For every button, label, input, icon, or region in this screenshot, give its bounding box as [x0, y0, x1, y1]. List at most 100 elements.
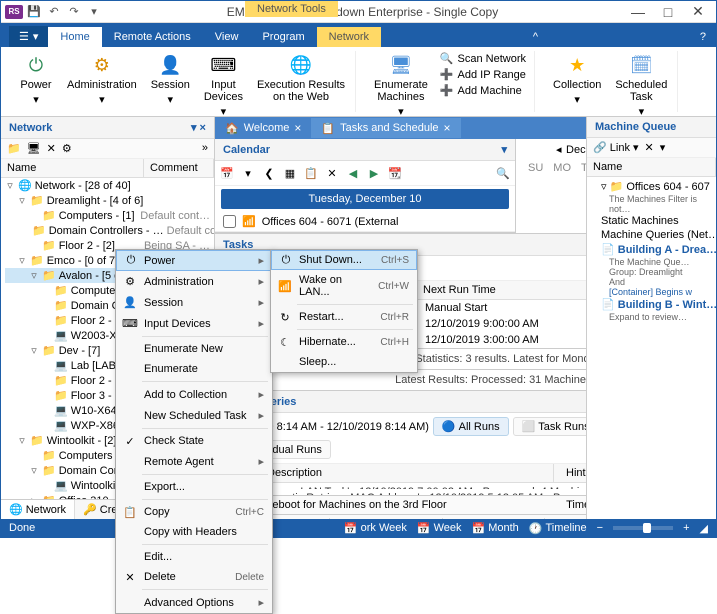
tree-row[interactable]: 📁Computers - [1]Default cont… [5, 208, 214, 223]
sb-week[interactable]: 📅 Week [417, 522, 462, 535]
menu-item[interactable]: 📋 Copy Ctrl+C [116, 502, 272, 522]
qat-dropdown-icon[interactable]: ▾ [87, 5, 101, 19]
scheduled-task-button[interactable]: 🗓Scheduled Task▾ [611, 51, 671, 120]
mq-row[interactable]: 📄 Building A - Drea… [591, 242, 712, 257]
cal-entry[interactable]: Offices 604 - 6071 (External [262, 216, 399, 228]
tab-home[interactable]: Home [48, 27, 101, 47]
cal-tb-icon[interactable]: ▾ [239, 164, 257, 182]
tree-row[interactable]: ▿📁Dreamlight - [4 of 6] [5, 193, 214, 208]
qat-save-icon[interactable]: 💾 [27, 5, 41, 19]
toolbar-icon[interactable]: 📁 [7, 142, 21, 155]
col-name[interactable]: Name [1, 159, 144, 177]
mq-row[interactable]: 📄 Building B - Wint… [591, 297, 712, 312]
menu-item[interactable]: 📶 Wake on LAN... Ctrl+W [271, 270, 417, 302]
administration-button[interactable]: ⚙Administration▾ [63, 51, 141, 108]
tree-row[interactable]: 📁Domain Controllers - …Default cont… [5, 223, 214, 238]
mq-row[interactable]: The Machines Filter is not… [591, 194, 712, 214]
mq-row[interactable]: Expand to review… [591, 312, 712, 322]
minimize-button[interactable]: — [624, 2, 652, 22]
menu-item[interactable]: ☾ Hibernate... Ctrl+H [271, 332, 417, 352]
menu-item[interactable]: Sleep... [271, 352, 417, 372]
sb-month[interactable]: 📅 Month [472, 522, 519, 535]
collection-button[interactable]: ★Collection▾ [549, 51, 605, 108]
menu-item[interactable]: ⚙ Administration ▸ [116, 271, 272, 292]
sb-timeline[interactable]: 🕐 Timeline [529, 522, 587, 535]
mq-row[interactable]: And [591, 277, 712, 287]
status-bar: Done 📅 ork Week 📅 Week 📅 Month 🕐 Timelin… [1, 519, 716, 537]
menu-item[interactable]: ✓ Check State [116, 431, 272, 451]
zoom-slider[interactable] [613, 526, 673, 530]
context-menu[interactable]: ⏻ Power ▸ ⚙ Administration ▸ 👤 Session ▸… [115, 249, 273, 614]
toolbar-icon[interactable]: 🖥 [27, 142, 41, 155]
power-submenu[interactable]: ⏻ Shut Down... Ctrl+S 📶 Wake on LAN... C… [270, 249, 418, 373]
tab-network[interactable]: Network [317, 27, 381, 47]
close-icon[interactable]: × [444, 121, 451, 135]
close-button[interactable]: ✕ [684, 2, 712, 22]
close-icon[interactable]: × [294, 121, 301, 135]
tab-view[interactable]: View [203, 27, 251, 47]
maximize-button[interactable]: □ [654, 2, 682, 22]
panel-options-icon[interactable]: ▾ × [191, 121, 206, 134]
mq-row[interactable]: Group: Dreamlight [591, 267, 712, 277]
mq-row[interactable]: Static Machines [591, 214, 712, 228]
mq-row[interactable]: Machine Queries (Net… [591, 228, 712, 242]
sb-resize-icon[interactable]: ◢ [700, 522, 708, 535]
qat-undo-icon[interactable]: ↶ [47, 5, 61, 19]
mq-row[interactable]: ▿ 📁 Offices 604 - 607 [591, 179, 712, 194]
add-machine-button[interactable]: ➕Add Machine [438, 83, 528, 98]
file-tab[interactable]: ☰▾ [9, 26, 48, 47]
cal-tb-icon[interactable]: 📆 [386, 164, 404, 182]
exec-results-button[interactable]: 🌐Execution Results on the Web [253, 51, 349, 105]
month-prev-icon[interactable]: ◂ [556, 143, 562, 156]
cal-checkbox[interactable] [223, 215, 236, 228]
menu-item[interactable]: New Scheduled Task ▸ [116, 405, 272, 426]
menu-item[interactable]: ✕ Delete Delete [116, 567, 272, 587]
menu-item[interactable]: Advanced Options ▸ [116, 592, 272, 613]
ribbon-collapse-icon[interactable]: ^ [523, 27, 548, 47]
menu-item[interactable]: ↻ Restart... Ctrl+R [271, 307, 417, 327]
menu-item[interactable]: Edit... [116, 547, 272, 567]
toolbar-icon[interactable]: ⚙ [62, 142, 72, 155]
sb-workweek[interactable]: 📅 ork Week [344, 522, 407, 535]
col-description[interactable]: Description [255, 464, 554, 482]
doc-tab-welcome[interactable]: 🏠Welcome× [215, 118, 311, 138]
link-button[interactable]: 🔗 Link ▾ [593, 141, 639, 154]
toolbar-icon[interactable]: ✕ [47, 142, 56, 155]
pill-all-runs[interactable]: 🔵All Runs [433, 417, 509, 436]
tab-remote-actions[interactable]: Remote Actions [102, 27, 203, 47]
mq-row[interactable]: [Container] Begins w [591, 287, 712, 297]
input-devices-button[interactable]: ⌨Input Devices▾ [200, 51, 247, 120]
menu-item[interactable]: Add to Collection ▸ [116, 384, 272, 405]
power-button[interactable]: ⏻Power▾ [15, 51, 57, 108]
cal-tb-icon[interactable]: ❮ [260, 164, 278, 182]
help-icon[interactable]: ? [690, 27, 716, 47]
menu-item[interactable]: Enumerate [116, 359, 272, 379]
qat-redo-icon[interactable]: ↷ [67, 5, 81, 19]
session-button[interactable]: 👤Session▾ [147, 51, 194, 108]
cal-tb-icon[interactable]: ✕ [323, 164, 341, 182]
menu-item[interactable]: Export... [116, 477, 272, 497]
cal-prev-icon[interactable]: ◀ [344, 164, 362, 182]
menu-item[interactable]: 👤 Session ▸ [116, 292, 272, 313]
toolbar-more-icon[interactable]: » [202, 142, 208, 155]
cal-next-icon[interactable]: ▶ [365, 164, 383, 182]
cal-tb-icon[interactable]: 📅 [218, 164, 236, 182]
menu-item[interactable]: Enumerate New [116, 339, 272, 359]
enumerate-machines-button[interactable]: 🖥Enumerate Machines▾ [370, 51, 432, 120]
scan-network-button[interactable]: 🔍Scan Network [438, 51, 528, 66]
mq-row[interactable]: The Machine Que… [591, 257, 712, 267]
doc-tab-tasks[interactable]: 📋Tasks and Schedule× [311, 118, 460, 138]
cal-tb-icon[interactable]: ▦ [281, 164, 299, 182]
menu-item[interactable]: ⏻ Shut Down... Ctrl+S [271, 250, 417, 270]
bottom-tab-network[interactable]: 🌐Network [1, 500, 75, 519]
tree-row[interactable]: ▿🌐Network - [28 of 40] [5, 178, 214, 193]
menu-item[interactable]: ⏻ Power ▸ [116, 250, 272, 271]
mq-col-name[interactable]: Name [587, 158, 716, 176]
menu-item[interactable]: Copy with Headers [116, 522, 272, 542]
cal-tb-icon[interactable]: 📋 [302, 164, 320, 182]
tab-program[interactable]: Program [250, 27, 316, 47]
add-ip-range-button[interactable]: ➕Add IP Range [438, 67, 528, 82]
menu-item[interactable]: Remote Agent ▸ [116, 451, 272, 472]
menu-item[interactable]: ⌨ Input Devices ▸ [116, 313, 272, 334]
col-comment[interactable]: Comment [144, 159, 214, 177]
